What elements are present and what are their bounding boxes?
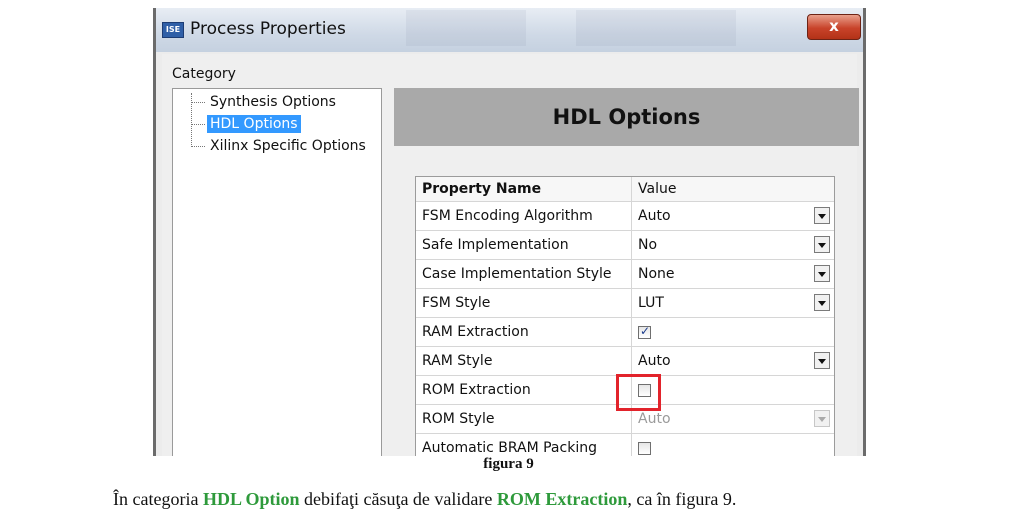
highlight-box (616, 374, 661, 411)
category-label: Category (172, 66, 236, 82)
property-name: RAM Style (416, 347, 632, 375)
property-value-cell (632, 318, 834, 346)
panel-title: HDL Options (552, 105, 701, 129)
tree-item-synthesis-options[interactable]: Synthesis Options (191, 91, 339, 113)
highlight-hdl-option: HDL Option (202, 489, 300, 509)
dropdown-arrow-icon[interactable] (814, 207, 830, 224)
ram-extraction-checkbox[interactable] (638, 324, 651, 339)
column-header-value[interactable]: Value (632, 177, 834, 201)
property-name: ROM Extraction (416, 376, 632, 404)
dropdown-arrow-icon[interactable] (814, 265, 830, 282)
figure-caption: figura 9 (483, 456, 534, 472)
property-value-dropdown[interactable]: LUT (632, 289, 834, 317)
dropdown-value: No (638, 237, 658, 253)
instruction-text: debifaţi căsuţa de validare (299, 489, 497, 509)
property-value-dropdown[interactable]: Auto (632, 202, 834, 230)
property-grid: Property Name Value FSM Encoding Algorit… (415, 176, 835, 456)
category-tree: Synthesis Options HDL Options Xilinx Spe… (172, 88, 382, 456)
grid-header-row: Property Name Value (416, 177, 834, 202)
dropdown-value: Auto (638, 208, 671, 224)
ise-app-icon: ISE (162, 22, 184, 38)
dropdown-value: None (638, 266, 675, 282)
dialog-client-area: Category Synthesis Options HDL Options X… (162, 54, 859, 456)
tree-item-label: Synthesis Options (210, 94, 336, 110)
property-row: RAM Extraction (416, 318, 834, 347)
property-name: Case Implementation Style (416, 260, 632, 288)
dropdown-value: Auto (638, 353, 671, 369)
highlight-rom-extraction: ROM Extraction (496, 489, 628, 509)
tree-item-label: HDL Options (207, 115, 301, 133)
property-name: ROM Style (416, 405, 632, 433)
property-value-dropdown[interactable]: No (632, 231, 834, 259)
property-value-cell (632, 376, 834, 404)
dropdown-value: LUT (638, 295, 664, 311)
dropdown-arrow-icon[interactable] (814, 294, 830, 311)
close-button[interactable]: x (807, 14, 861, 40)
blurred-background-region (576, 10, 736, 46)
property-row: FSM Style LUT (416, 289, 834, 318)
property-name: Automatic BRAM Packing (416, 434, 632, 456)
dialog-screenshot: ISE Process Properties x Category Synthe… (153, 8, 866, 456)
property-name: FSM Style (416, 289, 632, 317)
dropdown-arrow-icon[interactable] (814, 352, 830, 369)
instruction-paragraph: În categoria HDL Option debifaţi căsuţa … (113, 489, 736, 510)
property-row: Safe Implementation No (416, 231, 834, 260)
bram-packing-checkbox[interactable] (638, 441, 651, 455)
property-row: Automatic BRAM Packing (416, 434, 834, 456)
property-value-cell (632, 434, 834, 456)
tree-connector-tick (191, 123, 205, 125)
tree-item-label: Xilinx Specific Options (210, 138, 366, 154)
column-header-property-name[interactable]: Property Name (416, 177, 632, 201)
dropdown-arrow-icon[interactable] (814, 236, 830, 253)
tree-item-hdl-options[interactable]: HDL Options (191, 113, 301, 135)
dropdown-arrow-icon (814, 410, 830, 427)
instruction-text: În categoria (113, 489, 203, 509)
property-value-dropdown-disabled: Auto (632, 405, 834, 433)
instruction-text: , ca în figura 9. (627, 489, 737, 509)
property-row: Case Implementation Style None (416, 260, 834, 289)
property-row: RAM Style Auto (416, 347, 834, 376)
blurred-background-region (406, 10, 526, 46)
dropdown-value: Auto (638, 411, 671, 427)
property-row: FSM Encoding Algorithm Auto (416, 202, 834, 231)
property-name: Safe Implementation (416, 231, 632, 259)
property-value-dropdown[interactable]: Auto (632, 347, 834, 375)
tree-connector-tick (191, 145, 205, 147)
title-bar: ISE Process Properties x (156, 8, 863, 52)
property-name: RAM Extraction (416, 318, 632, 346)
window-title: Process Properties (190, 19, 346, 39)
tree-item-xilinx-specific-options[interactable]: Xilinx Specific Options (191, 135, 369, 157)
options-header-panel: HDL Options (394, 88, 859, 146)
tree-connector-tick (191, 101, 205, 103)
property-name: FSM Encoding Algorithm (416, 202, 632, 230)
property-value-dropdown[interactable]: None (632, 260, 834, 288)
